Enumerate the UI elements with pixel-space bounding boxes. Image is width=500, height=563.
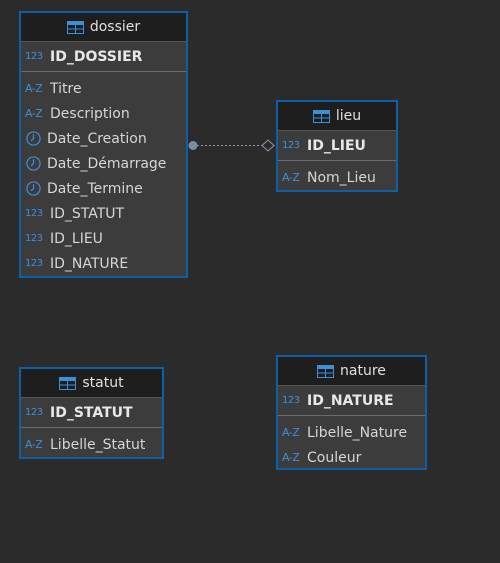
table-icon — [312, 109, 330, 123]
relationship-source-marker — [188, 141, 198, 150]
number-type-icon: 123 — [25, 258, 43, 269]
number-type-icon: 123 — [25, 407, 43, 418]
column-libelle-statut[interactable]: A-Z Libelle_Statut — [21, 432, 162, 457]
pk-column-id-lieu[interactable]: 123 ID_LIEU — [278, 131, 396, 161]
table-icon — [317, 364, 335, 378]
number-type-icon: 123 — [282, 395, 300, 406]
text-type-icon: A-Z — [282, 426, 300, 439]
number-type-icon: 123 — [25, 233, 43, 244]
pk-column-id-statut[interactable]: 123 ID_STATUT — [21, 398, 162, 428]
entity-header[interactable]: lieu — [278, 102, 396, 131]
column-couleur[interactable]: A-Z Couleur — [278, 445, 425, 470]
entity-dossier[interactable]: dossier 123 ID_DOSSIER A-Z Titre A-Z Descr… — [19, 11, 188, 278]
clock-icon — [26, 181, 41, 196]
entity-header[interactable]: dossier — [21, 13, 186, 42]
pk-column-id-nature[interactable]: 123 ID_NATURE — [278, 386, 425, 416]
entity-title: nature — [340, 363, 386, 379]
column-date-creation[interactable]: Date_Creation — [21, 126, 186, 151]
entity-title: statut — [82, 375, 124, 391]
entity-title: lieu — [335, 108, 362, 124]
number-type-icon: 123 — [282, 140, 300, 151]
table-icon — [59, 376, 77, 390]
text-type-icon: A-Z — [25, 107, 43, 120]
column-date-termine[interactable]: Date_Termine — [21, 176, 186, 201]
column-description[interactable]: A-Z Description — [21, 101, 186, 126]
clock-icon — [26, 131, 41, 146]
column-id-statut[interactable]: 123 ID_STATUT — [21, 201, 186, 226]
pk-column-id-dossier[interactable]: 123 ID_DOSSIER — [21, 42, 186, 72]
relationship-target-marker — [261, 139, 275, 152]
column-titre[interactable]: A-Z Titre — [21, 76, 186, 101]
text-type-icon: A-Z — [282, 451, 300, 464]
clock-icon — [26, 156, 41, 171]
entity-title: dossier — [89, 19, 141, 35]
entity-lieu[interactable]: lieu 123 ID_LIEU A-Z Nom_Lieu — [276, 100, 398, 192]
text-type-icon: A-Z — [25, 82, 43, 95]
table-icon — [66, 20, 84, 34]
column-nom-lieu[interactable]: A-Z Nom_Lieu — [278, 165, 396, 190]
text-type-icon: A-Z — [282, 171, 300, 184]
column-libelle-nature[interactable]: A-Z Libelle_Nature — [278, 420, 425, 445]
entity-statut[interactable]: statut 123 ID_STATUT A-Z Libelle_Statut — [19, 367, 164, 459]
column-id-nature[interactable]: 123 ID_NATURE — [21, 251, 186, 276]
number-type-icon: 123 — [25, 51, 43, 62]
text-type-icon: A-Z — [25, 438, 43, 451]
entity-header[interactable]: nature — [278, 357, 425, 386]
column-date-demarrage[interactable]: Date_Démarrage — [21, 151, 186, 176]
entity-header[interactable]: statut — [21, 369, 162, 398]
column-id-lieu[interactable]: 123 ID_LIEU — [21, 226, 186, 251]
entity-nature[interactable]: nature 123 ID_NATURE A-Z Libelle_Nature A… — [276, 355, 427, 470]
number-type-icon: 123 — [25, 208, 43, 219]
